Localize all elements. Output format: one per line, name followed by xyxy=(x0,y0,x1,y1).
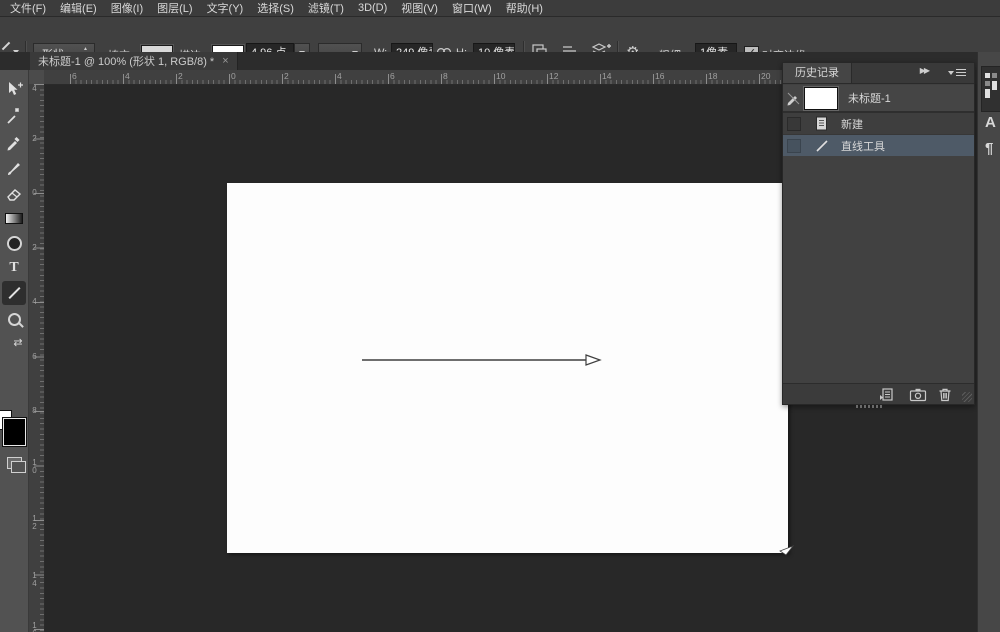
ruler-label: 14 xyxy=(30,571,39,587)
tab-history[interactable]: 历史记录 xyxy=(783,63,852,83)
ruler-label: 2 xyxy=(30,134,39,142)
history-panel: 历史记录 ▶▶ 未标题-1 新建 直线工具 xyxy=(782,62,975,405)
menu-3d[interactable]: 3D(D) xyxy=(358,2,387,14)
mouse-cursor xyxy=(779,542,795,558)
ruler-label: 2 xyxy=(284,71,289,81)
history-state-label: 直线工具 xyxy=(841,138,885,154)
line-tool[interactable] xyxy=(2,281,26,305)
ruler-label: 4 xyxy=(337,71,342,81)
menu-type[interactable]: 文字(Y) xyxy=(207,0,244,16)
tools-panel: T ⇄ xyxy=(0,70,29,632)
move-tool[interactable] xyxy=(2,78,26,102)
foreground-color-swatch[interactable] xyxy=(3,418,26,446)
document-tab[interactable]: 未标题-1 @ 100% (形状 1, RGB/8) * × xyxy=(30,52,238,70)
menu-bar: 文件(F) 编辑(E) 图像(I) 图层(L) 文字(Y) 选择(S) 滤镜(T… xyxy=(0,0,1000,17)
dodge-tool[interactable] xyxy=(2,231,26,255)
history-brush-source-icon[interactable] xyxy=(786,90,802,106)
history-state-label: 新建 xyxy=(841,116,863,132)
menu-help[interactable]: 帮助(H) xyxy=(506,0,543,16)
ruler-label: 8 xyxy=(443,71,448,81)
gradient-tool[interactable] xyxy=(2,206,26,230)
panel-resize-grip[interactable] xyxy=(962,392,972,402)
history-snapshot-row[interactable]: 未标题-1 xyxy=(783,85,974,113)
photoshop-window: 文件(F) 编辑(E) 图像(I) 图层(L) 文字(Y) 选择(S) 滤镜(T… xyxy=(0,0,1000,632)
ruler-label: 16 xyxy=(30,621,39,632)
ruler-label: 16 xyxy=(655,71,664,81)
ruler-label: 12 xyxy=(549,71,558,81)
type-tool[interactable]: T xyxy=(2,256,26,280)
document-icon xyxy=(815,116,829,132)
panel-dock-strip: A ¶ xyxy=(977,52,1000,632)
brush-tool[interactable] xyxy=(2,156,26,180)
new-snapshot-camera-icon[interactable] xyxy=(909,387,927,402)
collapse-panel-icon[interactable]: ▶▶ xyxy=(920,66,928,75)
history-state-row[interactable]: 新建 xyxy=(783,113,974,135)
ruler-label: 10 xyxy=(496,71,505,81)
eyedropper-tool[interactable] xyxy=(2,130,26,154)
menu-select[interactable]: 选择(S) xyxy=(257,0,294,16)
history-state-row[interactable]: 直线工具 xyxy=(783,135,974,156)
tool-options-bar: 形状 ▲▼ 填充: 描边: 4.96 点 W: 249 像素 H: 10 像素 xyxy=(0,17,1000,53)
ruler-label: 0 xyxy=(30,188,39,196)
vertical-ruler[interactable]: 4 2 0 2 4 6 8 10 12 14 16 xyxy=(28,84,45,632)
panel-drag-handle[interactable] xyxy=(856,405,882,408)
horizontal-ruler[interactable]: 6 4 2 0 2 4 6 8 10 12 14 16 18 20 xyxy=(44,70,782,85)
menu-file[interactable]: 文件(F) xyxy=(10,0,46,16)
ruler-label: 18 xyxy=(708,71,717,81)
ruler-label: 6 xyxy=(390,71,395,81)
history-panel-header: 历史记录 ▶▶ xyxy=(783,63,974,84)
expanded-panel-indicator[interactable] xyxy=(981,66,1000,112)
character-panel-icon[interactable]: A xyxy=(985,114,996,131)
menu-filter[interactable]: 滤镜(T) xyxy=(308,0,344,16)
menu-image[interactable]: 图像(I) xyxy=(111,0,143,16)
ruler-label: 4 xyxy=(30,84,39,92)
close-icon[interactable]: × xyxy=(222,55,228,67)
document-canvas[interactable] xyxy=(227,183,788,553)
ruler-label: 0 xyxy=(231,71,236,81)
snapshot-thumbnail[interactable] xyxy=(804,87,838,110)
ruler-label: 4 xyxy=(30,297,39,305)
ruler-label: 6 xyxy=(72,71,77,81)
ruler-label: 4 xyxy=(125,71,130,81)
menu-layer[interactable]: 图层(L) xyxy=(157,0,192,16)
zoom-tool[interactable] xyxy=(2,307,26,331)
ruler-label: 14 xyxy=(602,71,611,81)
menu-window[interactable]: 窗口(W) xyxy=(452,0,492,16)
ruler-label: 20 xyxy=(761,71,770,81)
magic-wand-tool[interactable] xyxy=(2,104,26,128)
ruler-label: 2 xyxy=(178,71,183,81)
ruler-label: 6 xyxy=(30,352,39,360)
menu-view[interactable]: 视图(V) xyxy=(401,0,438,16)
panel-menu-icon[interactable] xyxy=(948,69,966,76)
ruler-label: 8 xyxy=(30,406,39,414)
line-tool-icon xyxy=(815,138,829,154)
paragraph-panel-icon[interactable]: ¶ xyxy=(985,140,993,157)
ruler-origin-corner[interactable] xyxy=(28,70,45,85)
history-panel-footer xyxy=(783,383,974,404)
screen-mode-icon[interactable] xyxy=(7,457,22,469)
new-document-from-state-icon[interactable] xyxy=(879,387,897,402)
tool-preset-icon[interactable] xyxy=(1,45,11,47)
delete-state-trash-icon[interactable] xyxy=(937,387,953,402)
menu-edit[interactable]: 编辑(E) xyxy=(60,0,97,16)
history-state-checkbox[interactable] xyxy=(787,139,801,153)
ruler-label: 2 xyxy=(30,243,39,251)
snapshot-label: 未标题-1 xyxy=(848,90,891,106)
eraser-tool[interactable] xyxy=(2,182,26,206)
ruler-label: 10 xyxy=(30,458,39,474)
document-tab-title: 未标题-1 @ 100% (形状 1, RGB/8) * xyxy=(38,53,214,69)
arrow-shape xyxy=(355,350,605,370)
ruler-label: 12 xyxy=(30,514,39,530)
history-state-checkbox[interactable] xyxy=(787,117,801,131)
swap-colors-icon[interactable]: ⇄ xyxy=(6,330,30,354)
